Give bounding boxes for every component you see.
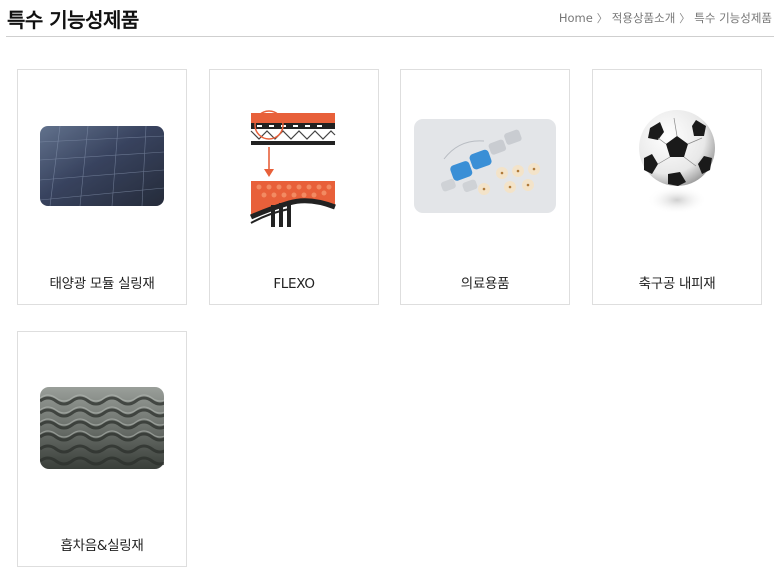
solar-panel-image xyxy=(18,102,186,230)
flexo-diagram-image xyxy=(210,102,378,230)
breadcrumb-home[interactable]: Home xyxy=(559,11,593,25)
soccer-ball-image xyxy=(593,102,761,230)
chevron-right-icon: 〉 xyxy=(596,12,608,25)
product-label: 흡차음&실링재 xyxy=(60,538,144,554)
chevron-right-icon: 〉 xyxy=(679,12,691,25)
product-label: 태양광 모듈 실링재 xyxy=(49,276,155,292)
breadcrumb-category[interactable]: 적용상품소개 xyxy=(612,10,675,26)
breadcrumb-current: 특수 기능성제품 xyxy=(694,11,772,25)
product-card-flexo[interactable]: FLEXO xyxy=(209,69,379,305)
acoustic-foam-image xyxy=(18,364,186,492)
title-divider xyxy=(6,36,774,37)
product-card-solar[interactable]: 태양광 모듈 실링재 xyxy=(17,69,187,305)
product-label: 축구공 내피재 xyxy=(638,276,716,292)
product-label: 의료용품 xyxy=(460,276,510,292)
product-label: FLEXO xyxy=(273,276,315,292)
medical-pads-image xyxy=(401,102,569,230)
product-card-medical[interactable]: 의료용품 xyxy=(400,69,570,305)
page-title: 특수 기능성제품 xyxy=(7,8,139,32)
breadcrumb: Home 〉 적용상품소개 〉 특수 기능성제품 xyxy=(559,10,772,26)
product-card-soccer[interactable]: 축구공 내피재 xyxy=(592,69,762,305)
product-card-acoustic[interactable]: 흡차음&실링재 xyxy=(17,331,187,567)
